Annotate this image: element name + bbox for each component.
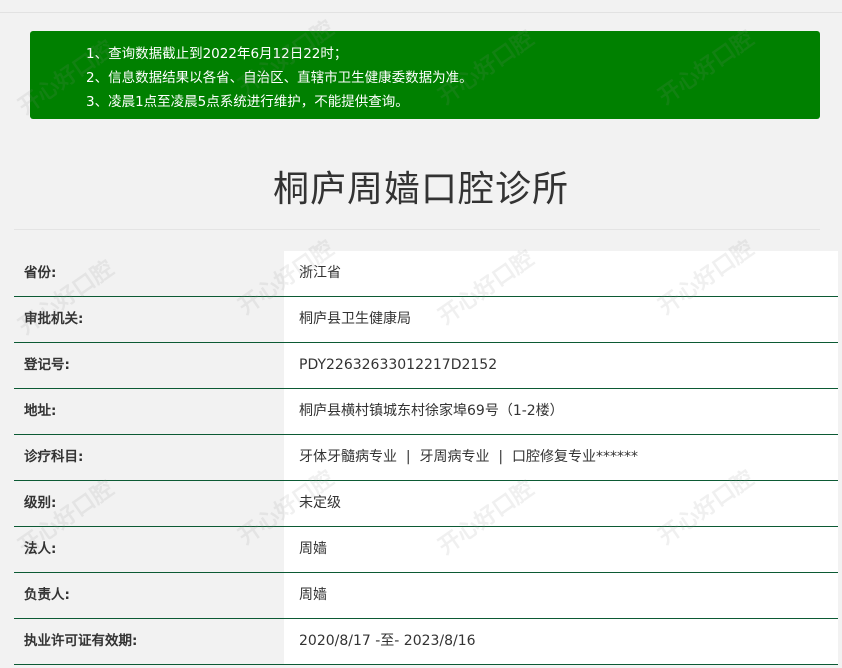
info-table: 省份: 浙江省 审批机关: 桐庐县卫生健康局 登记号: PDY226326330… [14, 251, 838, 665]
field-value: PDY22632633012217D2152 [284, 343, 838, 388]
notice-banner: 1、查询数据截止到2022年6月12日22时； 2、信息数据结果以各省、自治区、… [30, 31, 820, 119]
field-label: 审批机关: [14, 297, 284, 342]
info-row-level: 级别: 未定级 [14, 481, 838, 527]
field-value: 牙体牙髓病专业 | 牙周病专业 | 口腔修复专业****** [284, 435, 838, 480]
field-value: 2020/8/17 -至- 2023/8/16 [284, 619, 838, 664]
info-row-province: 省份: 浙江省 [14, 251, 838, 297]
field-label: 级别: [14, 481, 284, 526]
field-label: 执业许可证有效期: [14, 619, 284, 664]
notice-line-1: 1、查询数据截止到2022年6月12日22时； [86, 46, 348, 62]
info-row-departments: 诊疗科目: 牙体牙髓病专业 | 牙周病专业 | 口腔修复专业****** [14, 435, 838, 481]
field-label: 省份: [14, 251, 284, 296]
title-divider [14, 229, 820, 230]
field-value: 周嫱 [284, 527, 838, 572]
field-value: 桐庐县横村镇城东村徐家埠69号（1-2楼） [284, 389, 838, 434]
info-row-approval-authority: 审批机关: 桐庐县卫生健康局 [14, 297, 838, 343]
info-row-license-validity: 执业许可证有效期: 2020/8/17 -至- 2023/8/16 [14, 619, 838, 665]
info-row-registration-number: 登记号: PDY22632633012217D2152 [14, 343, 838, 389]
field-value: 未定级 [284, 481, 838, 526]
info-row-address: 地址: 桐庐县横村镇城东村徐家埠69号（1-2楼） [14, 389, 838, 435]
info-row-person-in-charge: 负责人: 周嫱 [14, 573, 838, 619]
info-row-legal-person: 法人: 周嫱 [14, 527, 838, 573]
field-value: 桐庐县卫生健康局 [284, 297, 838, 342]
field-value: 周嫱 [284, 573, 838, 618]
notice-line-3: 3、凌晨1点至凌晨5点系统进行维护，不能提供查询。 [86, 94, 409, 110]
field-label: 登记号: [14, 343, 284, 388]
field-label: 地址: [14, 389, 284, 434]
field-label: 负责人: [14, 573, 284, 618]
field-label: 诊疗科目: [14, 435, 284, 480]
notice-line-2: 2、信息数据结果以各省、自治区、直辖市卫生健康委数据为准。 [86, 70, 473, 86]
field-value: 浙江省 [284, 251, 838, 296]
top-divider [0, 12, 842, 13]
page-title: 桐庐周嫱口腔诊所 [272, 169, 569, 210]
field-label: 法人: [14, 527, 284, 572]
